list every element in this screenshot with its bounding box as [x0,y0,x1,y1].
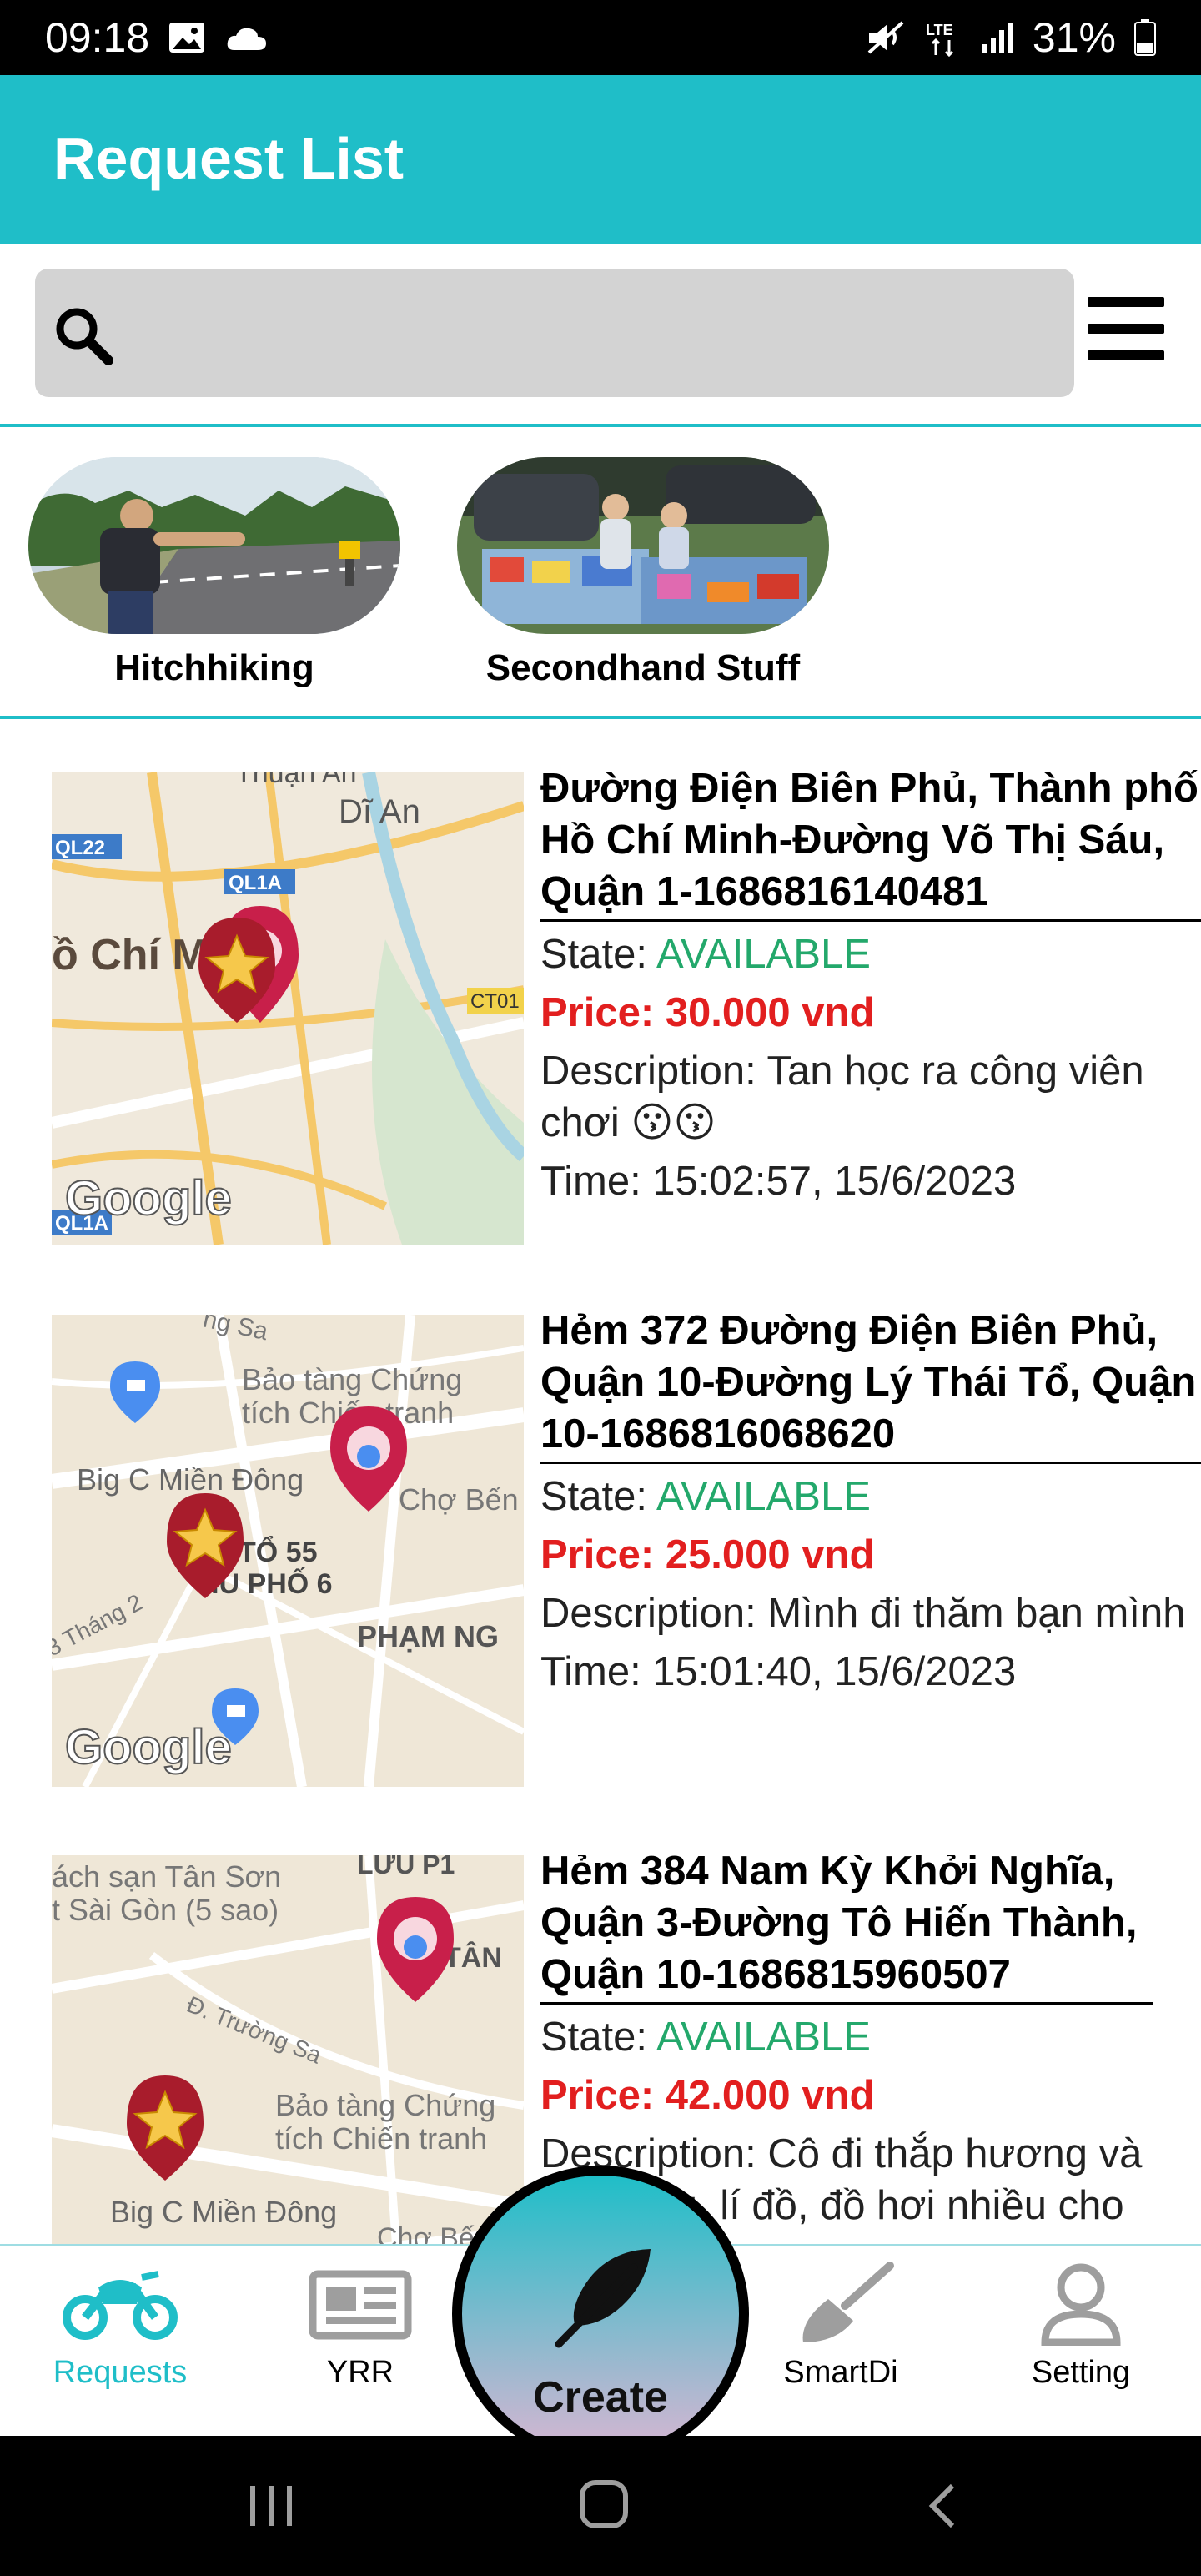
map-thumbnail: ách sạn Tân Sơn t Sài Gòn (5 sao) LƯU P1… [52,1855,524,2244]
map-label: ồ Chí Mi [52,931,220,979]
nav-label: Setting [1031,2355,1131,2390]
create-button[interactable]: Create [452,2166,749,2463]
request-title: Đường Điện Biên Phủ, Thành phố Hồ Chí Mi… [540,762,1201,922]
cloud-icon [224,23,268,52]
request-info: Đường Điện Biên Phủ, Thành phố Hồ Chí Mi… [540,762,1201,1207]
newspaper-icon [306,2270,415,2349]
map-label: LƯU P1 [357,1855,455,1879]
status-bar: 09:18 LTE 31% [0,0,1201,75]
menu-icon[interactable] [1084,294,1168,370]
nav-label: Requests [53,2355,188,2390]
recent-apps-icon[interactable] [247,2481,297,2535]
secondhand-stuff-image [457,457,829,634]
map-label: Thuận An [235,772,357,789]
google-logo: Google [65,1171,232,1225]
request-state: State: AVAILABLE [540,928,1201,980]
mute-icon [866,19,906,56]
svg-text:LTE: LTE [926,22,953,38]
search-icon [50,302,117,373]
page-title: Request List [53,126,405,191]
request-info: Hẻm 372 Đường Điện Biên Phủ, Quận 10-Đườ… [540,1305,1201,1698]
map-label: Big C Miền Đông [110,2195,337,2229]
search-input[interactable] [35,269,1074,397]
category-hitchhiking[interactable]: Hitchhiking [28,457,400,689]
lte-icon: LTE [924,18,962,57]
status-time: 09:18 [45,14,150,61]
back-icon[interactable] [917,2481,967,2535]
map-label: TỔ 55 [239,1537,317,1568]
request-time: Time: 15:01:40, 15/6/2023 [540,1649,1017,1694]
map-label: CT01 [470,990,520,1013]
map-label: t Sài Gòn (5 sao) [52,1893,279,1927]
nav-smartdi[interactable]: SmartDi [741,2262,941,2391]
request-time: Time: 15:02:57, 15/6/2023 [540,1159,1017,1204]
divider [0,716,1201,719]
map-label: Chợ Bến Th [399,1482,524,1517]
app-bar: Request List [0,75,1201,244]
motorbike-icon [62,2271,178,2349]
search-row [0,244,1201,429]
google-logo: Google [65,1720,232,1774]
feather-icon [550,2242,659,2355]
nav-setting[interactable]: Setting [981,2262,1181,2391]
category-label: Hitchhiking [114,647,314,688]
request-title: Hẻm 372 Đường Điện Biên Phủ, Quận 10-Đườ… [540,1305,1201,1464]
nav-yrr[interactable]: YRR [260,2262,460,2391]
state-label: State: [540,1474,656,1519]
request-price: Price: 42.000 vnd [540,2073,875,2118]
state-value: AVAILABLE [656,2015,871,2060]
category-secondhand-stuff[interactable]: Secondhand Stuff [457,457,829,689]
battery-percent: 31% [1032,14,1116,61]
hitchhiking-image [28,457,400,634]
map-label: ách sạn Tân Sơn [52,1859,281,1894]
request-description: Description: Mình đi thăm bạn mình [540,1591,1186,1636]
request-price: Price: 25.000 vnd [540,1532,875,1577]
request-state: State: AVAILABLE [540,1471,1201,1522]
person-icon [1035,2263,1127,2349]
gallery-notification-icon [168,21,206,54]
system-navigation-bar [0,2436,1201,2576]
state-value: AVAILABLE [656,932,871,977]
broom-icon [786,2262,895,2349]
map-label: PHẠM NG [357,1619,499,1653]
map-label: Dĩ An [339,793,420,830]
map-label: Big C Miền Đông [77,1462,304,1497]
state-value: AVAILABLE [656,1474,871,1519]
map-thumbnail: ng Sa Bảo tàng Chứng tích Chiến tranh Bi… [52,1315,524,1787]
map-label: QL1A [229,872,282,894]
category-label: Secondhand Stuff [485,647,801,688]
home-icon[interactable] [577,2478,631,2535]
request-description: Description: Tan học ra công viên chơi 😗… [540,1049,1144,1145]
request-price: Price: 30.000 vnd [540,990,875,1035]
map-label: QL22 [55,837,105,859]
map-label: Bảo tàng Chứng [242,1362,462,1396]
state-label: State: [540,932,656,977]
state-label: State: [540,2015,656,2060]
nav-label: YRR [326,2355,394,2390]
nav-label: SmartDi [783,2355,898,2390]
map-label: Bảo tàng Chứng [275,2088,495,2122]
nav-requests[interactable]: Requests [20,2262,220,2391]
map-label: tích Chiến tranh [275,2121,487,2156]
battery-icon [1134,19,1156,56]
map-thumbnail: Thuận An Dĩ An QL22 QL1A ồ Chí Mi CT01 Q… [52,772,524,1245]
divider [0,424,1201,427]
request-state: State: AVAILABLE [540,2011,1153,2063]
create-label: Create [533,2373,668,2422]
request-title: Hẻm 384 Nam Kỳ Khởi Nghĩa, Quận 3-Đường … [540,1855,1153,2005]
signal-icon [981,21,1014,54]
